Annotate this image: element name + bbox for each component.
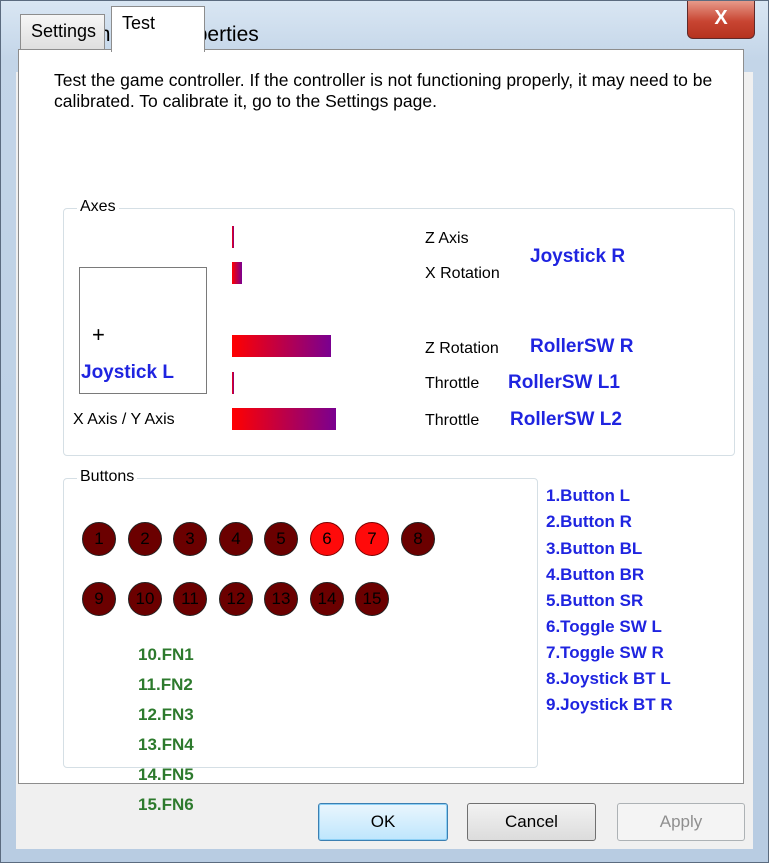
- button-indicator-7: 7: [355, 522, 389, 556]
- legend-item: 3.Button BL: [546, 539, 643, 558]
- buttons-group: [63, 478, 538, 768]
- button-indicator-13: 13: [264, 582, 298, 616]
- button-indicator-1: 1: [82, 522, 116, 556]
- tab-settings[interactable]: Settings: [20, 14, 106, 50]
- legend-item: 9.Joystick BT R: [546, 695, 673, 714]
- legend-item: 5.Button SR: [546, 591, 644, 610]
- z-rotation-bar: [232, 335, 331, 357]
- button-indicator-5: 5: [264, 522, 298, 556]
- button-indicator-3: 3: [173, 522, 207, 556]
- button-indicator-10: 10: [128, 582, 162, 616]
- throttle-1-bar: [232, 372, 234, 394]
- close-button[interactable]: X: [687, 1, 755, 39]
- cancel-button[interactable]: Cancel: [467, 803, 596, 841]
- joystick-r-label: Joystick R: [530, 246, 626, 267]
- z-rotation-label: Z Rotation: [425, 340, 499, 357]
- legend-item: 2.Button R: [546, 512, 632, 531]
- fn-legend-item: 13.FN4: [138, 735, 194, 754]
- x-rotation-label: X Rotation: [425, 265, 500, 282]
- ok-button[interactable]: OK: [318, 803, 448, 841]
- throttle-2-bar: [232, 408, 336, 430]
- apply-button: Apply: [617, 803, 745, 841]
- legend-item: 6.Toggle SW L: [546, 617, 662, 636]
- rollersw-l2-label: RollerSW L2: [510, 409, 622, 430]
- xy-axis-caption: X Axis / Y Axis: [73, 411, 175, 428]
- button-indicator-2: 2: [128, 522, 162, 556]
- test-description: Test the game controller. If the control…: [54, 70, 713, 111]
- button-indicator-8: 8: [401, 522, 435, 556]
- legend-item: 7.Toggle SW R: [546, 643, 664, 662]
- fn-legend-item: 12.FN3: [138, 705, 194, 724]
- joystick-l-label: Joystick L: [81, 362, 174, 383]
- z-axis-bar: [232, 226, 234, 248]
- throttle-2-label: Throttle: [425, 412, 480, 429]
- buttons-group-label: Buttons: [77, 468, 138, 486]
- button-indicator-14: 14: [310, 582, 344, 616]
- fn-legend-item: 10.FN1: [138, 645, 194, 664]
- axes-group-label: Axes: [77, 198, 119, 216]
- throttle-1-label: Throttle: [425, 375, 480, 392]
- z-axis-label: Z Axis: [425, 230, 469, 247]
- fn-legend-item: 14.FN5: [138, 765, 194, 784]
- button-indicator-11: 11: [173, 582, 207, 616]
- button-indicator-4: 4: [219, 522, 253, 556]
- legend-item: 1.Button L: [546, 486, 631, 505]
- rollersw-l1-label: RollerSW L1: [508, 372, 620, 393]
- button-indicator-6: 6: [310, 522, 344, 556]
- rollersw-r-label: RollerSW R: [530, 336, 634, 357]
- fn-legend-item: 15.FN6: [138, 795, 194, 814]
- button-indicator-15: 15: [355, 582, 389, 616]
- x-rotation-bar: [232, 262, 242, 284]
- fn-legend-item: 11.FN2: [138, 675, 193, 694]
- legend-item: 8.Joystick BT L: [546, 669, 671, 688]
- button-indicator-12: 12: [219, 582, 253, 616]
- legend-item: 4.Button BR: [546, 565, 645, 584]
- button-indicator-9: 9: [82, 582, 116, 616]
- tab-test[interactable]: Test: [111, 6, 205, 52]
- xy-crosshair: +: [92, 322, 105, 347]
